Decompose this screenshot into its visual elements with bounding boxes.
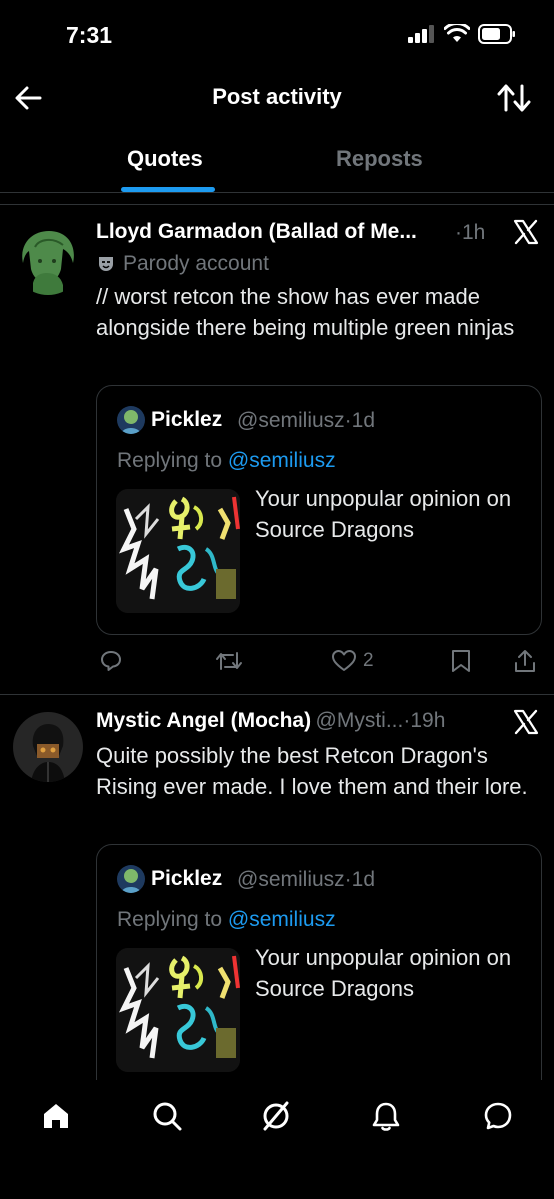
- share-icon: [515, 650, 535, 672]
- post-time-value: 1h: [462, 221, 486, 244]
- reply-button[interactable]: [99, 646, 123, 676]
- signal-icon: [408, 25, 434, 43]
- quoted-text: Your unpopular opinion on Source Dragons: [255, 486, 512, 542]
- sort-icon[interactable]: [496, 82, 532, 114]
- like-button[interactable]: 2: [331, 646, 374, 676]
- messages-icon[interactable]: [482, 1100, 514, 1132]
- replying-to: Replying to @semiliusz: [117, 449, 336, 473]
- notifications-icon[interactable]: [370, 1100, 402, 1132]
- home-icon[interactable]: [40, 1100, 72, 1132]
- repost-icon: [216, 652, 242, 670]
- author-handle: @Mysti...: [315, 709, 404, 732]
- quoted-time: 1d: [351, 409, 376, 432]
- post-time-value: 19h: [410, 709, 446, 732]
- like-icon: [332, 650, 356, 671]
- quoted-time: 1d: [351, 868, 376, 891]
- author-name[interactable]: Lloyd Garmadon (Ballad of Me...: [96, 220, 456, 244]
- quoted-meta: @semiliusz·1d: [237, 409, 376, 432]
- avatar[interactable]: [13, 712, 83, 782]
- parody-mask-icon: [99, 257, 113, 271]
- post-text: Quite possibly the best Retcon Dragon's …: [96, 743, 528, 799]
- tab-bar: Quotes Reposts: [0, 146, 554, 192]
- x-logo-icon: [513, 219, 539, 245]
- tab-reposts[interactable]: Reposts: [336, 146, 423, 172]
- repost-button[interactable]: [215, 646, 243, 676]
- replying-prefix: Replying to: [117, 908, 223, 931]
- bookmark-button[interactable]: [450, 646, 472, 676]
- replying-to: Replying to @semiliusz: [117, 908, 336, 932]
- replying-to-link[interactable]: @semiliusz: [228, 908, 336, 931]
- battery-icon: [478, 24, 515, 44]
- wifi-icon: [444, 24, 470, 42]
- quoted-avatar: [117, 865, 145, 893]
- quoted-handle: @semiliusz: [237, 868, 345, 891]
- quoted-author-name: Picklez: [151, 408, 223, 431]
- author-line: Mystic Angel (Mocha) @Mysti...·19h: [96, 709, 445, 733]
- divider: [0, 204, 554, 205]
- status-icons: [408, 24, 516, 44]
- parody-label: Parody account: [97, 252, 269, 276]
- search-icon[interactable]: [151, 1100, 183, 1132]
- divider: [0, 694, 554, 695]
- parody-label-text: Parody account: [123, 252, 269, 275]
- post-time: ·19h: [403, 709, 446, 732]
- grok-icon[interactable]: [260, 1100, 292, 1132]
- divider: [0, 192, 554, 193]
- avatar[interactable]: [13, 225, 83, 295]
- reply-icon: [101, 651, 121, 671]
- page-title: Post activity: [212, 84, 342, 109]
- quoted-text: Your unpopular opinion on Source Dragons: [255, 945, 512, 1001]
- status-time: 7:31: [66, 22, 113, 48]
- x-logo-icon: [513, 709, 539, 735]
- tab-quotes[interactable]: Quotes: [127, 146, 203, 172]
- bottom-nav: [0, 1080, 554, 1199]
- share-button[interactable]: [513, 646, 537, 676]
- quoted-thumbnail: [116, 948, 240, 1072]
- quoted-avatar: [117, 406, 145, 434]
- quoted-thumbnail: [116, 489, 240, 613]
- like-count: 2: [363, 650, 374, 671]
- replying-prefix: Replying to: [117, 449, 223, 472]
- quoted-meta: @semiliusz·1d: [237, 868, 376, 891]
- bookmark-icon: [452, 650, 470, 672]
- post-time: ·1h: [455, 221, 486, 244]
- replying-to-link[interactable]: @semiliusz: [228, 449, 336, 472]
- quoted-author-name: Picklez: [151, 867, 223, 890]
- post-text: // worst retcon the show has ever made a…: [96, 284, 515, 340]
- author-name[interactable]: Mystic Angel (Mocha): [96, 709, 311, 732]
- quoted-handle: @semiliusz: [237, 409, 345, 432]
